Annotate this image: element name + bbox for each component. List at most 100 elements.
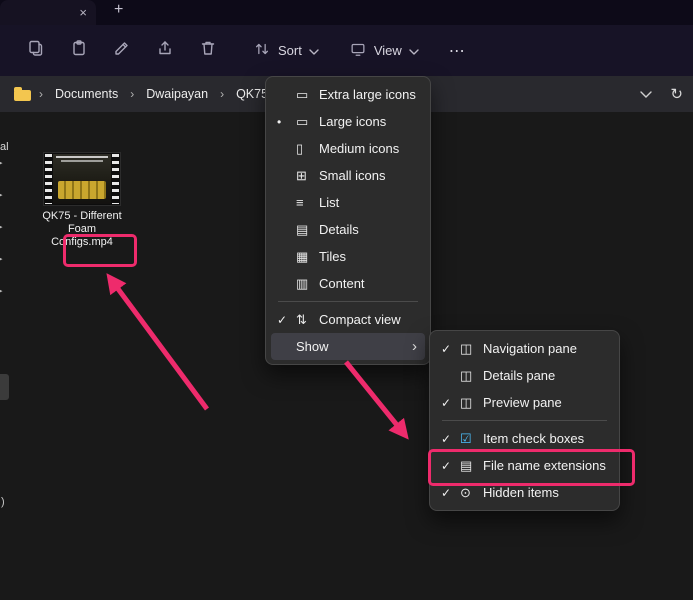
menu-item-label: Preview pane	[483, 395, 608, 410]
menu-item-details[interactable]: ▤ Details	[271, 216, 425, 243]
sidebar-pin-icon[interactable]: ▸	[0, 220, 9, 233]
file-item-video[interactable]: QK75 - Different Foam Configs.mp4	[36, 152, 128, 249]
checkmark-icon: ✓	[441, 432, 460, 446]
checkmark-icon: ✓	[277, 313, 296, 327]
address-bar-actions: ↻	[640, 76, 683, 112]
details-pane-icon: ◫	[460, 368, 483, 384]
menu-item-file-name-extensions[interactable]: ✓ ▤ File name extensions	[435, 452, 614, 479]
sidebar-pin-icon[interactable]: ▸	[0, 284, 9, 297]
menu-item-label: Details pane	[483, 368, 608, 383]
view-menu: ▭ Extra large icons • ▭ Large icons ▯ Me…	[265, 76, 431, 365]
refresh-button[interactable]: ↻	[670, 85, 683, 103]
breadcrumb-separator: ›	[220, 87, 224, 101]
menu-item-label: File name extensions	[483, 458, 608, 473]
breadcrumb-item-dwaipayan[interactable]: Dwaipayan	[142, 84, 212, 104]
checkmark-icon: ✓	[441, 459, 460, 473]
menu-item-item-check-boxes[interactable]: ✓ ☑ Item check boxes	[435, 425, 614, 452]
annotation-arrow-to-extensions	[346, 362, 405, 435]
menu-item-label: Show	[296, 339, 412, 354]
share-button[interactable]	[147, 35, 183, 67]
menu-item-navigation-pane[interactable]: ✓ ◫ Navigation pane	[435, 335, 614, 362]
menu-item-details-pane[interactable]: ◫ Details pane	[435, 362, 614, 389]
menu-item-label: Medium icons	[319, 141, 419, 156]
more-options-button[interactable]: ⋯	[449, 41, 466, 61]
file-explorer-window: × + Sort View ⋯	[0, 0, 693, 600]
small-icons-icon: ⊞	[296, 168, 319, 184]
sidebar-pin-icon[interactable]: ▸	[0, 252, 9, 265]
view-label: View	[374, 43, 402, 58]
close-tab-button[interactable]: ×	[79, 6, 87, 19]
sidebar-fragment-text: )	[1, 496, 5, 508]
explorer-tab[interactable]: ×	[0, 0, 96, 25]
keyboard-graphic	[58, 181, 106, 199]
copy-icon	[26, 38, 46, 63]
menu-item-medium-icons[interactable]: ▯ Medium icons	[271, 135, 425, 162]
menu-item-preview-pane[interactable]: ✓ ◫ Preview pane	[435, 389, 614, 416]
medium-icons-icon: ▯	[296, 141, 319, 157]
menu-item-label: Details	[319, 222, 419, 237]
rename-button[interactable]	[104, 35, 140, 67]
tiles-view-icon: ▦	[296, 249, 319, 265]
trash-icon	[198, 38, 218, 63]
paste-button[interactable]	[61, 35, 97, 67]
share-icon	[155, 38, 175, 63]
compact-view-icon: ⇅	[296, 312, 319, 328]
breadcrumb-separator: ›	[39, 87, 43, 101]
sidebar-fragment-text: al	[0, 141, 9, 153]
list-view-icon: ≡	[296, 195, 319, 210]
delete-button[interactable]	[190, 35, 226, 67]
thumbnail-image	[53, 154, 111, 204]
menu-item-show[interactable]: Show ›	[271, 333, 425, 360]
file-name-line: QK75 - Different	[36, 210, 128, 223]
check-boxes-icon: ☑	[460, 431, 483, 447]
checkmark-icon: ✓	[441, 396, 460, 410]
breadcrumb-item-documents[interactable]: Documents	[51, 84, 122, 104]
chevron-down-icon	[309, 43, 319, 58]
chevron-down-icon	[409, 43, 419, 58]
folder-icon[interactable]	[14, 90, 31, 101]
view-icon	[349, 40, 367, 61]
paste-icon	[69, 38, 89, 63]
annotation-arrow-to-filename	[110, 278, 207, 409]
preview-pane-icon: ◫	[460, 395, 483, 411]
menu-item-small-icons[interactable]: ⊞ Small icons	[271, 162, 425, 189]
video-thumbnail	[43, 152, 121, 206]
file-name-line: Configs.mp4	[36, 236, 128, 249]
menu-item-list[interactable]: ≡ List	[271, 189, 425, 216]
copy-button[interactable]	[18, 35, 54, 67]
checkmark-icon: ✓	[441, 342, 460, 356]
new-tab-button[interactable]: +	[114, 1, 123, 19]
menu-item-large-icons[interactable]: • ▭ Large icons	[271, 108, 425, 135]
navigation-pane-icon: ◫	[460, 341, 483, 357]
menu-item-label: Compact view	[319, 312, 419, 327]
checkmark-icon: ✓	[441, 486, 460, 500]
menu-item-label: Extra large icons	[319, 87, 419, 102]
file-document-icon: ▤	[460, 458, 483, 474]
rename-icon	[112, 38, 132, 63]
sort-label: Sort	[278, 43, 302, 58]
view-button[interactable]: View	[339, 35, 429, 67]
sort-button[interactable]: Sort	[243, 35, 329, 67]
sidebar-pin-icon[interactable]: ▸	[0, 188, 9, 201]
content-view-icon: ▥	[296, 276, 319, 292]
menu-item-label: Navigation pane	[483, 341, 608, 356]
menu-item-label: Tiles	[319, 249, 419, 264]
submenu-arrow-icon: ›	[412, 338, 417, 355]
address-dropdown-button[interactable]	[640, 87, 652, 101]
filmstrip-holes	[45, 154, 52, 204]
sidebar-pin-icon[interactable]: ▸	[0, 156, 9, 169]
titlebar: × +	[0, 0, 693, 25]
menu-item-tiles[interactable]: ▦ Tiles	[271, 243, 425, 270]
filmstrip-holes	[112, 154, 119, 204]
menu-separator	[278, 301, 418, 302]
menu-separator	[442, 420, 607, 421]
large-icons-icon: ▭	[296, 114, 319, 130]
menu-item-hidden-items[interactable]: ✓ ⊙ Hidden items	[435, 479, 614, 506]
show-submenu: ✓ ◫ Navigation pane ◫ Details pane ✓ ◫ P…	[429, 330, 620, 511]
command-bar: Sort View ⋯	[0, 25, 693, 76]
menu-item-label: Item check boxes	[483, 431, 608, 446]
menu-item-compact-view[interactable]: ✓ ⇅ Compact view	[271, 306, 425, 333]
menu-item-extra-large-icons[interactable]: ▭ Extra large icons	[271, 81, 425, 108]
menu-item-content[interactable]: ▥ Content	[271, 270, 425, 297]
menu-item-label: Hidden items	[483, 485, 608, 500]
